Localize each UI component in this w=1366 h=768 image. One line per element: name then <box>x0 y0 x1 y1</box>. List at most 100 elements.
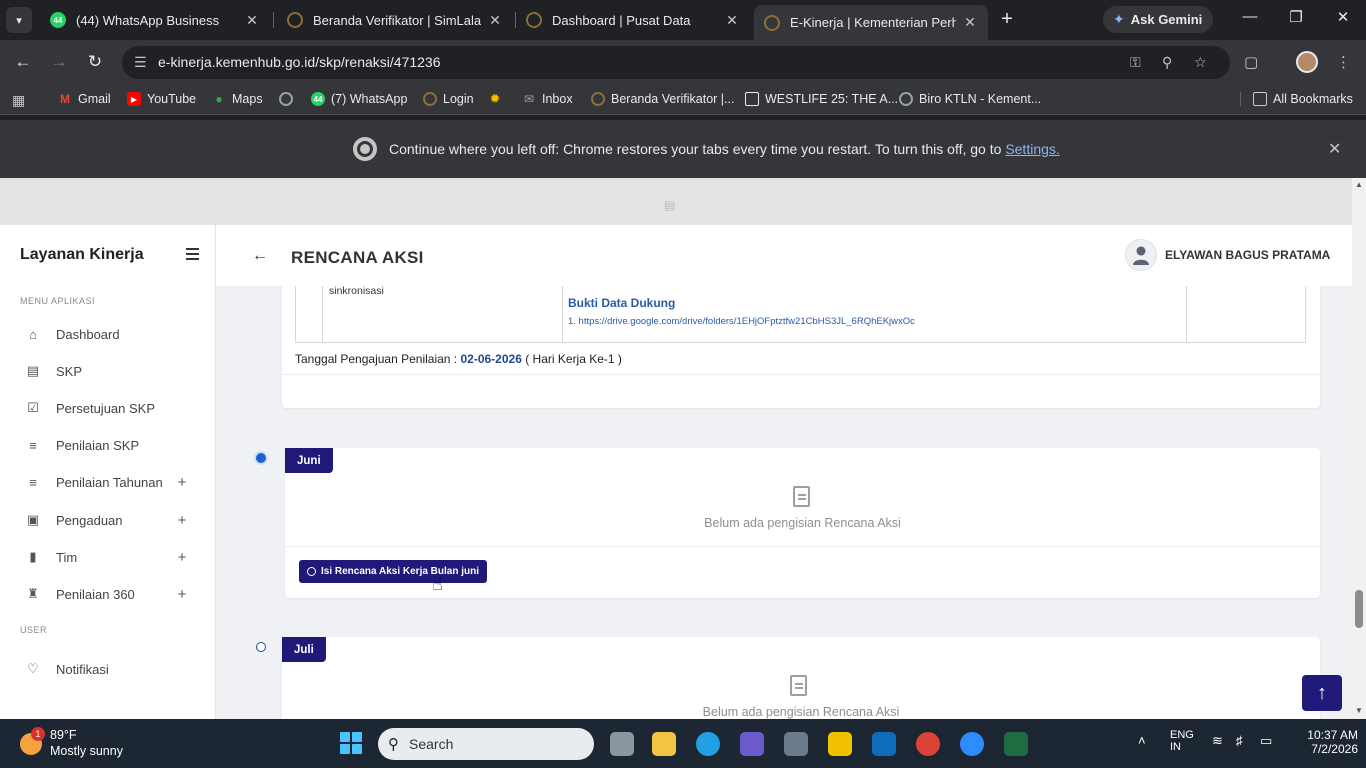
tab-pusat-data[interactable]: Dashboard | Pusat Data ✕ <box>516 5 750 35</box>
weather-widget[interactable]: 1 89°F Mostly sunny <box>20 727 160 761</box>
back-button[interactable]: ← <box>12 52 34 72</box>
system-clock[interactable]: 10:37 AM 7/2/2026 <box>1298 728 1358 756</box>
bookmark-pinwheel[interactable]: ✹ <box>488 91 508 106</box>
tab-close-icon[interactable]: ✕ <box>244 12 260 29</box>
hamburger-menu-icon[interactable] <box>186 248 199 263</box>
menu-kebab-icon[interactable]: ⋮ <box>1336 53 1351 71</box>
page-scrollbar[interactable]: ▲ ▼ <box>1352 178 1366 719</box>
remote-desktop-icon[interactable] <box>872 732 896 756</box>
minimize-button[interactable]: — <box>1238 8 1262 25</box>
site-info-icon[interactable]: ☰ <box>134 54 147 71</box>
bookmark-westlife[interactable]: WESTLIFE 25: THE A... <box>745 92 898 106</box>
infobar-close-icon[interactable]: ✕ <box>1328 139 1341 159</box>
user-name[interactable]: ELYAWAN BAGUS PRATAMA <box>1165 248 1330 262</box>
all-bookmarks-label: All Bookmarks <box>1273 92 1353 106</box>
notification-badge: 1 <box>31 727 45 741</box>
app-icon[interactable] <box>784 732 808 756</box>
address-bar[interactable]: ☰ e-kinerja.kemenhub.go.id/skp/renaksi/4… <box>122 46 1230 79</box>
menu-section-label: MENU APLIKASI <box>20 296 96 306</box>
app-icon[interactable] <box>740 732 764 756</box>
battery-icon[interactable]: ▭ <box>1260 733 1272 749</box>
sidebar-item-label: Tim <box>56 549 78 565</box>
edge-icon[interactable] <box>696 732 720 756</box>
bookmark-biro-ktln[interactable]: Biro KTLN - Kement... <box>899 92 1041 106</box>
bookmark-youtube[interactable]: ▶ YouTube <box>127 92 196 106</box>
apps-grid-icon[interactable]: ▦ <box>12 92 25 109</box>
sidebar-item-pengaduan[interactable]: ▣ Pengaduan + <box>0 505 215 535</box>
isi-rencana-aksi-button[interactable]: Isi Rencana Aksi Kerja Bulan juni <box>299 560 488 583</box>
sidebar-item-label: Dashboard <box>56 326 120 342</box>
tab-close-icon[interactable]: ✕ <box>724 12 740 29</box>
expand-plus-icon[interactable]: + <box>175 549 189 566</box>
search-placeholder: Search <box>409 736 454 752</box>
sidebar-item-penilaian-tahunan[interactable]: ≡ Penilaian Tahunan + <box>0 467 215 497</box>
bookmark-beranda-verifikator[interactable]: Beranda Verifikator |... <box>591 92 734 106</box>
sidebar-item-skp[interactable]: ▤ SKP <box>0 356 215 386</box>
expand-plus-icon[interactable]: + <box>175 474 189 491</box>
scroll-up-arrow-icon[interactable]: ▲ <box>1355 180 1363 189</box>
bookmark-star-icon[interactable]: ☆ <box>1194 54 1207 71</box>
restore-button[interactable]: ❐ <box>1284 8 1308 26</box>
zoom-icon[interactable]: ⚲ <box>1162 54 1172 71</box>
language-indicator[interactable]: ENG IN <box>1170 729 1194 753</box>
ask-gemini-button[interactable]: ✦ Ask Gemini <box>1103 6 1213 33</box>
close-window-button[interactable]: ✕ <box>1331 8 1355 26</box>
excel-icon[interactable] <box>1004 732 1028 756</box>
bookmark-maps[interactable]: ● Maps <box>212 92 262 106</box>
infobar-message: Continue where you left off: Chrome rest… <box>389 141 1060 157</box>
restore-infobar: Continue where you left off: Chrome rest… <box>0 120 1366 178</box>
tanggal-note: ( Hari Kerja Ke-1 ) <box>525 352 622 366</box>
new-tab-button[interactable]: + <box>996 9 1018 31</box>
empty-state-text: Belum ada pengisian Rencana Aksi <box>704 516 901 530</box>
bookmark-login[interactable]: Login <box>423 92 474 106</box>
tab-search-icon[interactable]: ▾ <box>6 7 32 33</box>
zoom-app-icon[interactable] <box>960 732 984 756</box>
settings-link[interactable]: Settings. <box>1005 141 1059 157</box>
back-arrow-icon[interactable]: ← <box>252 247 268 265</box>
list-check-icon: ≡ <box>29 474 37 490</box>
expand-plus-icon[interactable]: + <box>175 512 189 529</box>
sidebar-item-notifikasi[interactable]: ♡ Notifikasi <box>0 654 215 684</box>
user-avatar[interactable] <box>1125 239 1157 271</box>
tab-title: Beranda Verifikator | SimLala <box>313 12 481 28</box>
sidebar-item-dashboard[interactable]: ⌂ Dashboard <box>0 319 215 349</box>
expand-plus-icon[interactable]: + <box>175 586 189 603</box>
sidebar-item-penilaian-skp[interactable]: ≡ Penilaian SKP <box>0 430 215 460</box>
bookmark-globe[interactable] <box>279 92 299 106</box>
reload-button[interactable]: ↻ <box>84 52 106 72</box>
tab-close-icon[interactable]: ✕ <box>487 12 503 29</box>
scroll-to-top-button[interactable]: ↑ <box>1302 675 1342 711</box>
windows-start-icon[interactable] <box>340 732 362 754</box>
forward-button[interactable]: → <box>48 52 70 72</box>
bookmark-gmail[interactable]: M Gmail <box>58 92 111 106</box>
profile-avatar[interactable] <box>1296 51 1318 73</box>
all-bookmarks-button[interactable]: All Bookmarks <box>1240 92 1353 106</box>
taskbar-search[interactable]: ⚲ Search <box>378 728 594 760</box>
file-explorer-icon[interactable] <box>652 732 676 756</box>
extensions-icon[interactable]: ▢ <box>1244 53 1258 71</box>
wifi-icon[interactable]: ≋ <box>1212 733 1223 749</box>
tab-close-icon[interactable]: ✕ <box>962 14 978 31</box>
bukti-drive-link[interactable]: 1. https://drive.google.com/drive/folder… <box>568 316 915 327</box>
sticky-notes-icon[interactable] <box>828 732 852 756</box>
chrome-icon[interactable] <box>916 732 940 756</box>
sidebar-item-penilaian-360[interactable]: ♜ Penilaian 360 + <box>0 579 215 609</box>
bookmark-whatsapp[interactable]: 44 (7) WhatsApp <box>311 92 407 106</box>
tab-simlala[interactable]: Beranda Verifikator | SimLala ✕ <box>277 5 513 35</box>
scroll-down-arrow-icon[interactable]: ▼ <box>1355 706 1363 715</box>
tab-whatsapp-business[interactable]: 44 (44) WhatsApp Business ✕ <box>40 5 270 35</box>
sidebar-item-tim[interactable]: ▮ Tim + <box>0 542 215 572</box>
browser-tab-strip: ▾ 44 (44) WhatsApp Business ✕ Beranda Ve… <box>0 0 1366 40</box>
tab-e-kinerja[interactable]: E-Kinerja | Kementerian Perhub ✕ <box>754 5 988 40</box>
bookmark-inbox[interactable]: ✉ Inbox <box>522 92 573 106</box>
volume-icon[interactable]: ♯ <box>1236 733 1243 748</box>
key-icon[interactable]: ⚿ <box>1130 54 1141 71</box>
scrollbar-thumb[interactable] <box>1355 590 1363 628</box>
plus-circle-icon <box>307 567 316 576</box>
task-view-icon[interactable] <box>610 732 634 756</box>
sidebar-item-persetujuan-skp[interactable]: ☑ Persetujuan SKP <box>0 393 215 423</box>
bookmark-label: Gmail <box>78 92 111 106</box>
tray-chevron-icon[interactable]: ˄ <box>1138 733 1146 748</box>
tab-title: Dashboard | Pusat Data <box>552 12 691 28</box>
weather-condition: Mostly sunny <box>50 744 123 758</box>
